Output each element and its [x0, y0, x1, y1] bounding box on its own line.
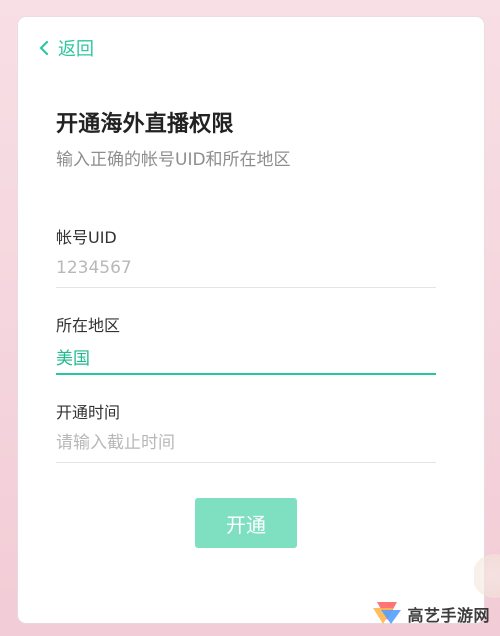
back-button[interactable]: 返回	[38, 35, 94, 61]
deadline-label: 开通时间	[56, 403, 121, 422]
deadline-input[interactable]	[56, 426, 436, 460]
watermark-logo-icon	[373, 600, 402, 628]
region-input[interactable]	[56, 339, 436, 373]
deadline-underline	[56, 462, 436, 463]
watermark: 高艺手游网	[373, 600, 490, 628]
decorative-flower	[474, 546, 500, 606]
region-underline	[56, 373, 436, 375]
region-label: 所在地区	[56, 316, 121, 335]
page-title: 开通海外直播权限	[56, 112, 234, 137]
uid-input[interactable]	[56, 251, 436, 285]
watermark-text: 高艺手游网	[407, 606, 490, 625]
screen: 返回 开通海外直播权限 输入正确的帐号UID和所在地区 帐号UID 所在地区 开…	[0, 0, 500, 636]
uid-label: 帐号UID	[56, 228, 117, 247]
back-label: 返回	[58, 39, 94, 60]
submit-button[interactable]: 开通	[195, 498, 297, 548]
uid-underline	[56, 287, 436, 288]
chevron-left-icon	[38, 41, 50, 55]
page-subtitle: 输入正确的帐号UID和所在地区	[56, 150, 291, 170]
